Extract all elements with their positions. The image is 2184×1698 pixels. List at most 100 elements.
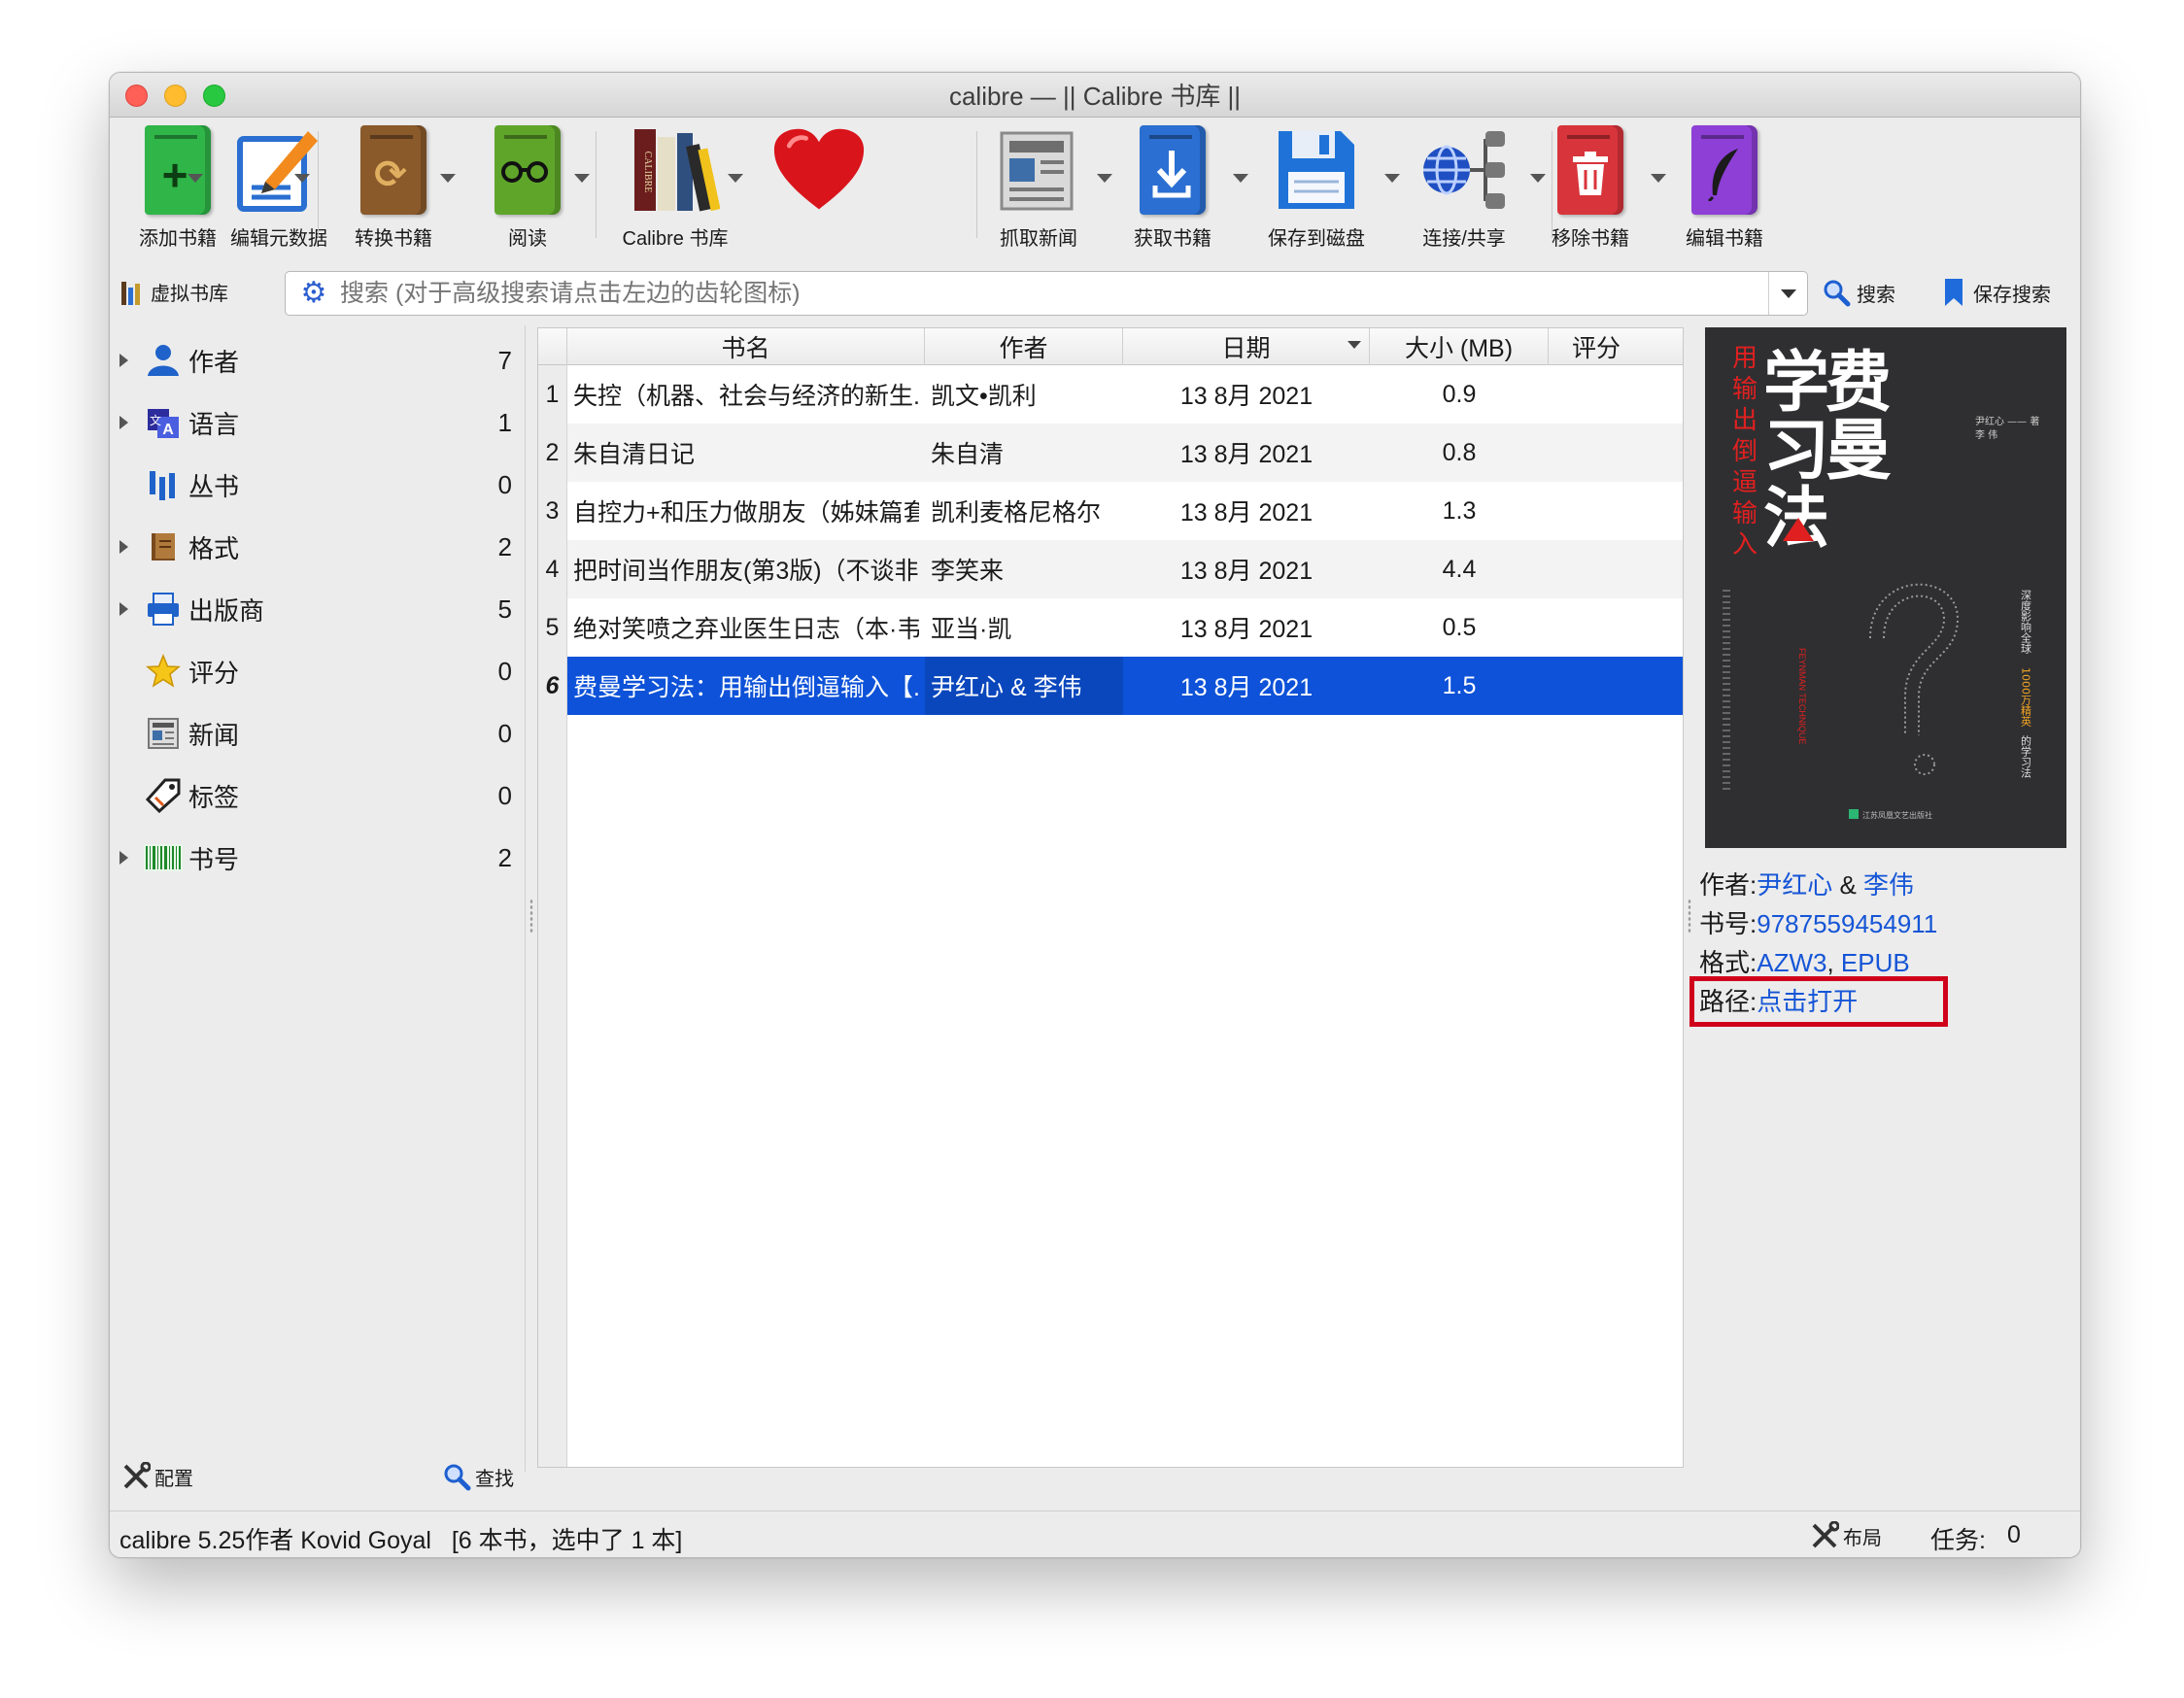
- detail-label: 书号:: [1699, 909, 1757, 938]
- get-books-label: 获取书籍: [1134, 228, 1211, 250]
- view-book-dropdown[interactable]: [574, 174, 590, 183]
- calibre-library-dropdown[interactable]: [728, 174, 743, 183]
- column-header-author[interactable]: 作者: [925, 328, 1123, 365]
- minimize-window-button[interactable]: [164, 85, 187, 107]
- find-label: 查找: [475, 1468, 514, 1490]
- get-books-button[interactable]: 获取书籍: [1105, 121, 1241, 257]
- row-number: 4: [538, 540, 567, 598]
- status-text: calibre 5.25作者 Kovid Goyal [6 本书，选中了 1 本…: [119, 1527, 683, 1554]
- close-window-button[interactable]: [125, 85, 148, 107]
- table-row[interactable]: 1 失控（机器、社会与经济的新生... 凯文•凯利 13 8月 2021 0.9: [538, 365, 1683, 424]
- book-author-cell: 亚当·凯: [931, 616, 1012, 643]
- tag-category-authors[interactable]: 作者 7: [110, 331, 526, 390]
- book-author-cell: 凯文•凯利: [931, 383, 1037, 410]
- tag-category-label: 新闻: [188, 720, 240, 750]
- tag-category-languages[interactable]: A文 语言 1: [110, 393, 526, 452]
- tag-category-series[interactable]: 丛书 0: [110, 456, 526, 514]
- get-books-dropdown[interactable]: [1233, 174, 1248, 183]
- status-bar: calibre 5.25作者 Kovid Goyal [6 本书，选中了 1 本…: [110, 1511, 2080, 1557]
- donate-button[interactable]: [751, 121, 887, 257]
- fetch-news-button[interactable]: 抓取新闻: [971, 121, 1107, 257]
- cover-title-char: 学: [1763, 345, 1829, 422]
- tag-category-count: 5: [497, 594, 512, 624]
- book-size-cell: 0.5: [1442, 613, 1477, 641]
- title-bar: calibre — || Calibre 书库 ||: [110, 73, 2080, 118]
- expand-triangle-icon[interactable]: [119, 354, 128, 367]
- calibre-library-button[interactable]: CALIBRE Calibre 书库: [607, 121, 743, 257]
- table-row[interactable]: 4 把时间当作朋友(第3版)（不谈非... 李笑来 13 8月 2021 4.4: [538, 540, 1683, 598]
- column-header-date[interactable]: 日期: [1123, 328, 1370, 365]
- add-books-label: 添加书籍: [139, 228, 217, 250]
- connect-share-button[interactable]: 连接/共享: [1396, 121, 1532, 257]
- details-splitter-handle[interactable]: [1688, 899, 1691, 934]
- book-author-cell: 朱自清: [931, 441, 1005, 468]
- configure-tag-browser-button[interactable]: 配置: [121, 1462, 193, 1491]
- tag-category-news[interactable]: 新闻 0: [110, 704, 526, 763]
- view-book-button[interactable]: 阅读: [460, 121, 596, 257]
- search-input[interactable]: [340, 279, 1768, 308]
- tag-category-label: 出版商: [188, 595, 265, 626]
- find-in-tag-browser-button[interactable]: 查找: [442, 1462, 514, 1491]
- save-to-disk-button[interactable]: 保存到磁盘: [1248, 121, 1384, 257]
- svg-text:江苏凤凰文艺出版社: 江苏凤凰文艺出版社: [1862, 810, 1932, 820]
- table-header: 书名 作者 日期 大小 (MB) 评分: [538, 328, 1683, 365]
- column-header-rating[interactable]: 评分: [1549, 328, 1683, 365]
- author-link[interactable]: 尹红心: [1757, 870, 1832, 900]
- remove-books-button[interactable]: 移除书籍: [1522, 121, 1658, 257]
- tag-category-count: 0: [497, 656, 512, 686]
- expand-triangle-icon[interactable]: [119, 540, 128, 554]
- table-row[interactable]: 3 自控力+和压力做朋友（姊妹篇套... 凯利麦格尼格尔 13 8月 2021 …: [538, 482, 1683, 540]
- convert-book-icon: ⟳: [347, 121, 440, 219]
- language-icon: A文: [144, 403, 183, 442]
- book-title-cell: 费曼学习法：用输出倒逼输入【...: [573, 674, 919, 701]
- jobs-indicator[interactable]: 任务: 0: [1930, 1521, 2021, 1556]
- column-header-title[interactable]: 书名: [567, 328, 925, 365]
- format-link[interactable]: AZW3: [1757, 948, 1826, 977]
- tag-category-formats[interactable]: 格式 2: [110, 518, 526, 576]
- tag-category-publishers[interactable]: 出版商 5: [110, 580, 526, 638]
- zoom-window-button[interactable]: [203, 85, 225, 107]
- row-number: 6: [538, 657, 567, 715]
- search-history-dropdown[interactable]: [1768, 272, 1807, 315]
- tag-category-label: 评分: [188, 658, 240, 688]
- expand-triangle-icon[interactable]: [119, 602, 128, 616]
- virtual-library-label: 虚拟书库: [151, 283, 228, 305]
- expand-triangle-icon[interactable]: [119, 416, 128, 429]
- tag-category-rating[interactable]: 评分 0: [110, 642, 526, 700]
- column-header-size[interactable]: 大小 (MB): [1370, 328, 1549, 365]
- expand-triangle-icon[interactable]: [119, 851, 128, 865]
- tag-browser-footer: 配置 查找: [110, 1452, 526, 1501]
- table-row[interactable]: 2 朱自清日记 朱自清 13 8月 2021 0.8: [538, 424, 1683, 482]
- column-header-label: 日期: [1221, 335, 1271, 362]
- format-link[interactable]: EPUB: [1841, 948, 1910, 977]
- add-books-dropdown[interactable]: [188, 174, 203, 183]
- search-icon: [444, 1464, 471, 1491]
- tag-category-tags[interactable]: 标签 0: [110, 766, 526, 825]
- book-date-cell: 13 8月 2021: [1179, 499, 1314, 526]
- isbn-link[interactable]: 9787559454911: [1757, 909, 1937, 938]
- edit-metadata-dropdown[interactable]: [294, 174, 310, 183]
- convert-books-dropdown[interactable]: [440, 174, 456, 183]
- layout-button[interactable]: 布局: [1810, 1521, 1882, 1550]
- window-title: calibre — || Calibre 书库 ||: [948, 82, 1242, 111]
- gear-icon[interactable]: ⚙: [299, 279, 328, 308]
- table-row[interactable]: 5 绝对笑喷之弃业医生日志（本·韦... 亚当·凯 13 8月 2021 0.5: [538, 598, 1683, 657]
- edit-book-button[interactable]: 编辑书籍: [1656, 121, 1792, 257]
- save-search-button[interactable]: 保存搜索: [1942, 275, 2051, 310]
- donate-heart-icon: [772, 121, 866, 219]
- column-header-label: 大小 (MB): [1404, 335, 1514, 362]
- book-title-cell: 把时间当作朋友(第3版)（不谈非...: [573, 558, 919, 585]
- edit-metadata-icon: [232, 121, 325, 219]
- get-books-icon: [1126, 121, 1219, 219]
- search-button[interactable]: 搜索: [1822, 275, 1895, 310]
- convert-books-button[interactable]: ⟳ 转换书籍: [325, 121, 461, 257]
- virtual-library-button[interactable]: 虚拟书库: [121, 275, 228, 308]
- tag-category-identifiers[interactable]: 书号 2: [110, 829, 526, 887]
- table-row-selected[interactable]: 6 费曼学习法：用输出倒逼输入【... 尹红心 & 李伟 13 8月 2021 …: [538, 657, 1683, 715]
- author-link[interactable]: 李伟: [1863, 870, 1914, 900]
- svg-text:用 输 出: 用 输 出 倒 逼 输 入: [1732, 344, 1765, 560]
- barcode-icon: [144, 838, 183, 877]
- sidebar-splitter-handle[interactable]: [529, 899, 533, 934]
- book-list-table: 书名 作者 日期 大小 (MB) 评分 1 失控（机器、社会与经济的新生... …: [537, 327, 1684, 1468]
- book-cover-image[interactable]: 费 曼 学 习 法 用 输 出 倒 逼 输 入 尹红心 —— 著 李 伟 深度影…: [1705, 327, 2066, 848]
